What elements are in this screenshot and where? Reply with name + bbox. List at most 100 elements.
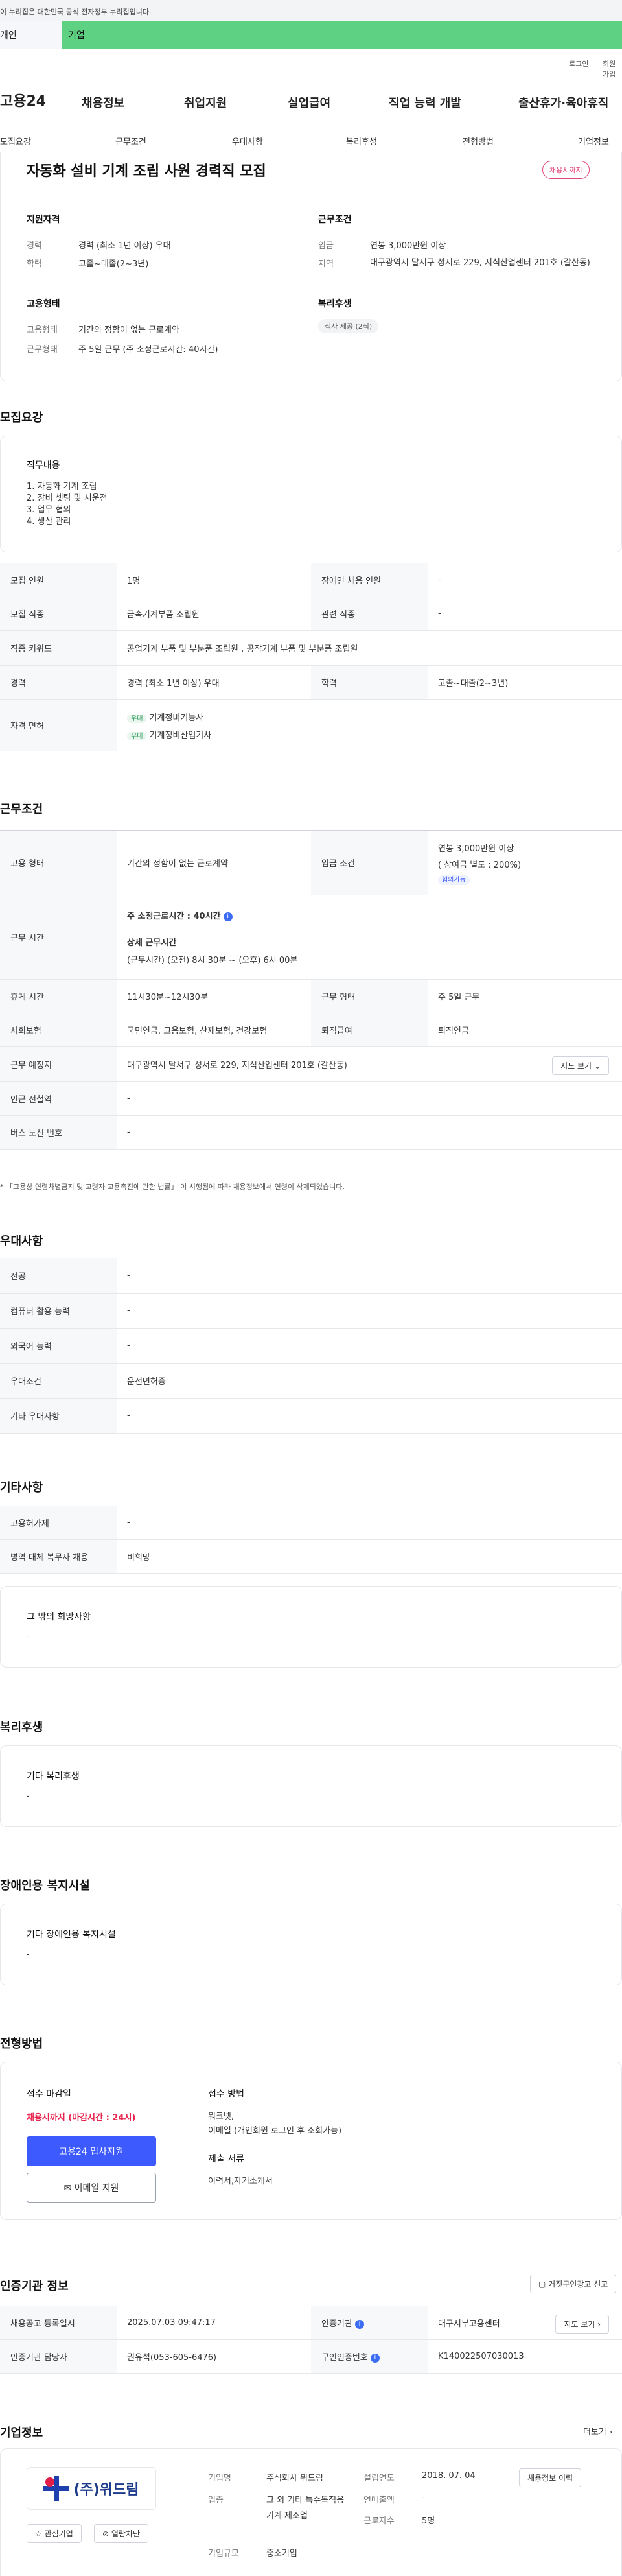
nav-company[interactable]: 기업정보 — [578, 135, 609, 147]
company-heading: 기업정보 — [0, 2426, 43, 2440]
company-label: 설립연도 — [363, 2474, 395, 2483]
place-value: 대구광역시 달서구 성서로 229, 지식산업센터 201호 (갈산동) — [127, 1061, 347, 1070]
cell-label: 구인인증번호 i — [311, 2339, 428, 2374]
cell-value: - — [117, 1293, 622, 1329]
pref-heading: 우대사항 — [0, 1235, 43, 1248]
company-value: - — [422, 2493, 425, 2503]
welfare-heading: 복리후생 — [318, 299, 352, 309]
company-label: 기업규모 — [208, 2549, 239, 2558]
wage-value: 연봉 3,000만원 이상 — [438, 844, 514, 854]
menu-leave[interactable]: 출산휴가·육아휴직 — [518, 94, 608, 111]
cell-label: 퇴직급여 — [311, 1013, 428, 1047]
cell-label: 관련 직종 — [311, 597, 428, 631]
cell-value: 운전면허증 — [117, 1363, 622, 1399]
hours-detail-title: 상세 근무시간 — [127, 938, 177, 948]
cell-value: 퇴직연금 — [428, 1013, 622, 1047]
method-value: 워크넷, — [208, 2112, 235, 2121]
cell-label: 모집 직종 — [0, 597, 117, 631]
company-logo-mark — [43, 2476, 70, 2501]
cell-value: 경력 (최소 1년 이상) 우대 — [117, 665, 311, 700]
info-icon[interactable]: i — [223, 912, 233, 921]
nav-pref[interactable]: 우대사항 — [232, 135, 263, 147]
job-title: 자동화 설비 기계 조립 사원 경력직 모집 — [27, 163, 266, 180]
cell-label: 자격 면허 — [0, 699, 117, 751]
menu-training[interactable]: 직업 능력 개발 — [389, 94, 461, 111]
cell-label: 모집 인원 — [0, 563, 117, 597]
company-value: 5명 — [422, 2516, 435, 2526]
chevron-down-icon: ⌄ — [593, 1061, 601, 1070]
org-cell: 대구서부고용센터 지도 보기 › — [428, 2306, 622, 2340]
job-history-button[interactable]: 채용정보 이력 — [519, 2468, 582, 2487]
info-icon[interactable]: i — [354, 2319, 364, 2329]
facility-box: 기타 장애인용 복지시설 - — [0, 1904, 622, 1985]
other-wish-heading: 그 밖의 희망사항 — [27, 1612, 91, 1622]
welfare-chip: 식사 제공 (2식) — [318, 319, 379, 333]
signup-link[interactable]: 회원가입 — [603, 58, 622, 79]
map-button[interactable]: 지도 보기 ⌄ — [552, 1056, 609, 1075]
cell-label: 경력 — [0, 665, 117, 700]
hours-cell: 주 소정근로시간 : 40시간 i 상세 근무시간 (근무시간) (오전) 8시… — [117, 895, 622, 980]
duty-heading: 직무내용 — [27, 460, 60, 471]
summary-card: 자동화 설비 기계 조립 사원 경력직 모집 채용시까지 지원자격 경력 경력 … — [0, 152, 622, 381]
nav-screening[interactable]: 전형방법 — [463, 135, 494, 147]
cell-value: 비희망 — [117, 1539, 622, 1574]
cell-label: 고용 형태 — [0, 830, 117, 895]
cell-label: 직종 키워드 — [0, 630, 117, 666]
tab-company[interactable]: 기업 — [62, 21, 622, 49]
company-value: 2018. 07. 04 — [422, 2471, 476, 2481]
company-more-link[interactable]: 더보기 › — [583, 2425, 612, 2437]
cell-label: 버스 노선 번호 — [0, 1115, 117, 1150]
block-button[interactable]: ⊘ 열람차단 — [94, 2524, 149, 2543]
report-button[interactable]: ▢ 거짓구인광고 신고 — [530, 2275, 617, 2293]
cell-label: 인근 전철역 — [0, 1081, 117, 1116]
company-value: 그 외 기타 특수목적용 기계 제조업 — [266, 2496, 345, 2521]
license-tag: 우대 — [127, 731, 147, 740]
menu-employment-support[interactable]: 취업지원 — [184, 94, 227, 111]
cert-heading: 인증기관 정보 — [0, 2280, 69, 2293]
org-map-button[interactable]: 지도 보기 › — [555, 2315, 609, 2334]
qual-value: 경력 (최소 1년 이상) 우대 — [78, 241, 171, 251]
email-apply-button[interactable]: ✉ 이메일 지원 — [27, 2173, 156, 2203]
block-icon: ⊘ — [102, 2529, 109, 2538]
nav-work[interactable]: 근무조건 — [115, 135, 146, 147]
company-logo: (주)위드림 — [27, 2467, 156, 2510]
cell-label: 인증기관 i — [311, 2306, 428, 2340]
other-wish-value: - — [27, 1632, 30, 1642]
method-value: 이메일 (개인회원 로그인 후 조회가능) — [208, 2126, 342, 2136]
wage-note: ( 상여금 별도 : 200%) — [438, 860, 522, 870]
cell-value: 기간의 정함이 없는 근로계약 — [117, 830, 311, 895]
cell-value: - — [428, 563, 622, 597]
work-heading: 근무조건 — [0, 803, 43, 816]
cell-label: 학력 — [311, 665, 428, 700]
cell-value: 1명 — [117, 563, 311, 597]
section-nav: 모집요강 근무조건 우대사항 복리후생 전형방법 기업정보 — [0, 128, 622, 154]
org-value: 대구서부고용센터 — [438, 2319, 500, 2329]
qual-label: 경력 — [27, 241, 42, 251]
deadline-value: 채용시까지 (마감시간 : 24시) — [27, 2113, 136, 2123]
cell-value: - — [117, 1398, 622, 1434]
info-icon[interactable]: i — [370, 2353, 380, 2363]
cell-label: 인증기관 담당자 — [0, 2339, 117, 2374]
etc-heading: 기타사항 — [0, 1481, 43, 1495]
cell-value: 권유석(053-605-6476) — [117, 2339, 311, 2374]
apply-button[interactable]: 고용24 입사지원 — [27, 2136, 156, 2166]
welfare-box-heading: 기타 복리후생 — [27, 1771, 80, 1782]
tab-personal[interactable]: 개인 — [0, 21, 62, 49]
cell-label: 우대조건 — [0, 1363, 117, 1399]
duty-item: 3. 업무 협의 — [27, 505, 71, 515]
site-logo[interactable]: 고용24 — [0, 89, 46, 110]
report-icon: ▢ — [538, 2280, 546, 2289]
menu-jobs[interactable]: 채용정보 — [82, 94, 124, 111]
menu-unemployment[interactable]: 실업급여 — [288, 94, 330, 111]
docs-heading: 제출 서류 — [208, 2154, 244, 2164]
other-wish-box: 그 밖의 희망사항 - — [0, 1586, 622, 1668]
recruit-heading: 모집요강 — [0, 411, 43, 425]
cell-label: 컴퓨터 활용 능력 — [0, 1293, 117, 1329]
cell-value: - — [117, 1115, 622, 1150]
nav-welfare[interactable]: 복리후생 — [346, 135, 377, 147]
method-heading: 접수 방법 — [208, 2089, 244, 2099]
login-link[interactable]: 로그인 — [569, 58, 588, 69]
favorite-button[interactable]: ☆ 관심기업 — [27, 2524, 82, 2543]
cell-value: - — [117, 1081, 622, 1116]
nav-recruit[interactable]: 모집요강 — [0, 135, 31, 147]
